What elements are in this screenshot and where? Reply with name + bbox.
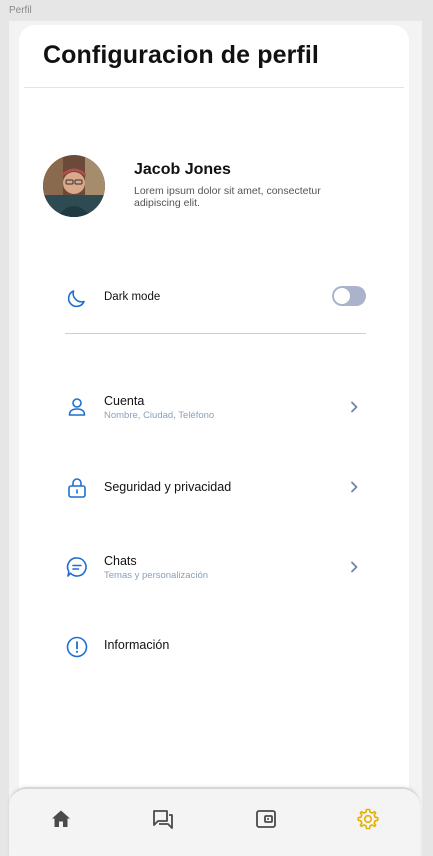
chevron-right-icon xyxy=(351,401,358,413)
moon-icon xyxy=(67,290,85,308)
wallet-icon[interactable] xyxy=(254,807,278,831)
chevron-right-icon xyxy=(351,481,358,493)
settings-item-seguridad[interactable]: Seguridad y privacidad xyxy=(65,476,365,516)
settings-item-label: Seguridad y privacidad xyxy=(104,480,232,494)
profile-description: Lorem ipsum dolor sit amet, consectetur … xyxy=(134,185,321,209)
info-icon xyxy=(66,636,88,658)
settings-item-subtitle: Nombre, Ciudad, Teléfono xyxy=(104,410,215,421)
dark-mode-row: Dark mode xyxy=(65,286,366,326)
settings-card: Configuracion de perfil Jacob Jones Lore… xyxy=(19,25,409,825)
settings-item-informacion[interactable]: Información xyxy=(65,635,365,675)
settings-item-cuenta[interactable]: Cuenta Nombre, Ciudad, Teléfono xyxy=(65,394,365,435)
toggle-knob xyxy=(334,288,350,304)
frame-label: Perfil xyxy=(9,5,32,16)
chevron-right-icon xyxy=(351,561,358,573)
user-icon xyxy=(68,398,86,416)
bottom-nav xyxy=(9,787,420,856)
settings-item-label: Información xyxy=(104,638,170,652)
dark-mode-toggle[interactable] xyxy=(332,286,366,306)
title-divider xyxy=(24,87,404,88)
lock-icon xyxy=(68,478,86,498)
page-title: Configuracion de perfil xyxy=(43,41,319,69)
settings-item-subtitle: Temas y personalización xyxy=(104,570,209,581)
home-icon[interactable] xyxy=(49,807,73,831)
settings-item-label: Chats xyxy=(104,554,137,568)
settings-gear-icon[interactable] xyxy=(356,807,380,831)
profile-name: Jacob Jones xyxy=(134,161,231,178)
section-divider xyxy=(65,333,366,334)
messages-icon[interactable] xyxy=(151,807,175,831)
dark-mode-label: Dark mode xyxy=(104,291,161,303)
avatar[interactable] xyxy=(43,155,105,217)
settings-item-label: Cuenta xyxy=(104,394,145,408)
chat-icon xyxy=(66,557,87,577)
settings-item-chats[interactable]: Chats Temas y personalización xyxy=(65,554,365,595)
